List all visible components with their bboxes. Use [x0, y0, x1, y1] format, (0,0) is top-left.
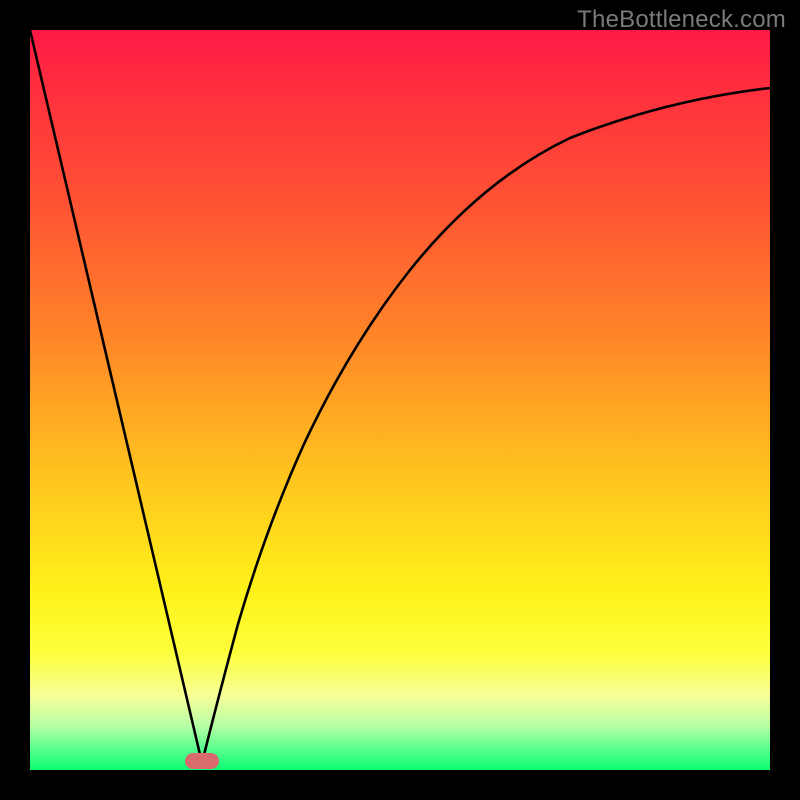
plot-area [30, 30, 770, 770]
chart-stage: TheBottleneck.com [0, 0, 800, 800]
curve-right-branch [202, 88, 770, 763]
curve-left-branch [30, 30, 202, 763]
bottleneck-curve [30, 30, 770, 770]
minimum-marker [185, 753, 219, 769]
